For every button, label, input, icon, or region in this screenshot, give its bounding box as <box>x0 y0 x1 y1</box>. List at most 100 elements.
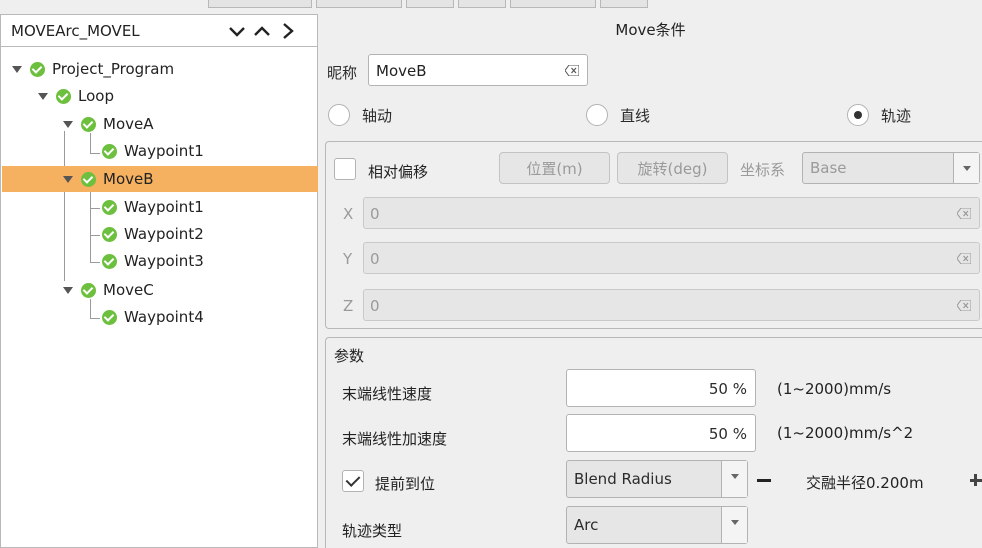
relative-offset-checkbox[interactable] <box>334 158 356 180</box>
chevron-right-icon[interactable] <box>278 21 298 41</box>
params-title: 参数 <box>334 347 365 365</box>
blend-mode-value: Blend Radius <box>574 470 672 488</box>
radio-label: 直线 <box>620 106 651 125</box>
tree-node-label: Waypoint1 <box>124 198 204 216</box>
relative-offset-label: 相对偏移 <box>368 163 429 181</box>
section-title: Move条件 <box>615 21 686 39</box>
expand-triangle-icon[interactable] <box>12 65 22 73</box>
trajectory-type-label: 轨迹类型 <box>342 522 403 540</box>
tree-node-moveb-waypoint2[interactable]: Waypoint2 <box>102 221 204 247</box>
tree-node-movec[interactable]: MoveC <box>63 277 154 303</box>
tree-node-project-program[interactable]: Project_Program <box>12 56 174 82</box>
tree-node-label: MoveB <box>103 170 154 188</box>
tree-node-label: Waypoint4 <box>124 308 204 326</box>
toolbar-tab[interactable] <box>316 0 402 8</box>
clear-icon[interactable] <box>957 253 971 264</box>
y-value: 0 <box>370 250 380 268</box>
check-status-icon <box>81 116 96 132</box>
expand-triangle-icon[interactable] <box>63 175 73 183</box>
y-offset-input[interactable]: 0 <box>363 242 980 274</box>
check-status-icon <box>102 226 117 242</box>
dropdown-arrow-icon[interactable] <box>721 507 747 543</box>
radio-label: 轴动 <box>362 106 393 125</box>
app-window: MOVEArc_MOVEL Project_Program Loop MoveA… <box>0 0 982 548</box>
move-settings-panel: Move条件 昵称 MoveB 轴动 直线 轨迹 相对偏移 位置(m) 旋转(d… <box>319 14 982 548</box>
tree-connector <box>90 208 100 209</box>
clear-icon[interactable] <box>957 208 971 219</box>
tree-node-label: Project_Program <box>52 60 175 78</box>
tree-node-movea[interactable]: MoveA <box>63 111 154 137</box>
z-label: Z <box>343 297 354 315</box>
trajectory-type-value: Arc <box>574 516 599 534</box>
coordinate-select[interactable]: Base <box>802 152 980 184</box>
tree-node-movea-waypoint1[interactable]: Waypoint1 <box>102 138 204 164</box>
plus-bar <box>974 474 977 486</box>
tree-connector <box>90 318 100 319</box>
clear-icon[interactable] <box>565 65 579 76</box>
dropdown-arrow-icon[interactable] <box>721 461 747 497</box>
x-value: 0 <box>370 205 380 223</box>
tree-connector <box>64 131 65 281</box>
blend-label: 提前到位 <box>375 475 436 493</box>
blend-mode-select[interactable]: Blend Radius <box>566 460 748 498</box>
x-offset-input[interactable]: 0 <box>363 197 980 229</box>
x-label: X <box>343 205 354 223</box>
tree-node-label: Waypoint2 <box>124 225 204 243</box>
blend-checkbox[interactable] <box>342 470 364 492</box>
tree-connector <box>90 235 100 236</box>
tcp-speed-label: 末端线性速度 <box>342 385 433 403</box>
radio-button[interactable] <box>586 104 608 126</box>
nickname-input[interactable]: MoveB <box>368 54 588 86</box>
tree-node-movec-waypoint4[interactable]: Waypoint4 <box>102 304 204 330</box>
check-status-icon <box>102 143 117 159</box>
chevron-up-icon[interactable] <box>252 21 272 41</box>
tree-node-label: Waypoint3 <box>124 252 204 270</box>
coordinate-value: Base <box>810 159 847 177</box>
chevron-down-icon[interactable] <box>227 21 247 41</box>
tcp-acc-label: 末端线性加速度 <box>342 430 448 448</box>
toolbar-tab[interactable] <box>458 0 506 8</box>
expand-triangle-icon[interactable] <box>63 286 73 294</box>
y-label: Y <box>343 250 353 268</box>
radio-button[interactable] <box>847 104 869 126</box>
check-status-icon <box>81 282 96 298</box>
clear-icon[interactable] <box>957 300 971 311</box>
tree-node-moveb-waypoint3[interactable]: Waypoint3 <box>102 248 204 274</box>
tcp-speed-input[interactable]: 50 % <box>566 369 756 407</box>
toolbar-tab[interactable] <box>600 0 648 8</box>
check-status-icon <box>81 171 96 187</box>
tree-node-moveb[interactable]: MoveB <box>2 166 318 192</box>
tcp-speed-value: 50 % <box>708 380 747 398</box>
expand-triangle-icon[interactable] <box>63 120 73 128</box>
radio-label: 轨迹 <box>881 106 912 125</box>
tcp-acc-range: (1~2000)mm/s^2 <box>777 424 914 442</box>
check-status-icon <box>102 309 117 325</box>
rotation-button[interactable]: 旋转(deg) <box>617 152 728 184</box>
expand-triangle-icon[interactable] <box>38 92 48 100</box>
z-offset-input[interactable]: 0 <box>363 289 980 321</box>
radio-linear-move[interactable]: 直线 <box>586 104 650 126</box>
tcp-acc-value: 50 % <box>708 425 747 443</box>
position-button[interactable]: 位置(m) <box>499 152 610 184</box>
tcp-acc-input[interactable]: 50 % <box>566 414 756 452</box>
tree-header: MOVEArc_MOVEL <box>1 15 317 47</box>
tree-connector <box>90 153 100 154</box>
radio-trajectory-move[interactable]: 轨迹 <box>847 104 911 126</box>
trajectory-type-select[interactable]: Arc <box>566 506 748 544</box>
tree-node-moveb-waypoint1[interactable]: Waypoint1 <box>102 194 204 220</box>
toolbar-tab[interactable] <box>510 0 596 8</box>
program-tree-panel: MOVEArc_MOVEL Project_Program Loop MoveA… <box>0 14 318 548</box>
check-status-icon <box>102 253 117 269</box>
tree-node-label: MoveC <box>103 281 154 299</box>
toolbar-tab[interactable] <box>208 0 312 8</box>
radio-joint-move[interactable]: 轴动 <box>328 104 392 126</box>
tree-node-loop[interactable]: Loop <box>38 83 114 109</box>
tree-node-label: MoveA <box>103 115 154 133</box>
toolbar-tab[interactable] <box>406 0 454 8</box>
decrease-icon[interactable] <box>757 479 771 482</box>
dropdown-arrow-icon[interactable] <box>953 153 979 183</box>
radio-button[interactable] <box>328 104 350 126</box>
check-status-icon <box>56 88 71 104</box>
tree-connector <box>90 189 91 263</box>
tree-title: MOVEArc_MOVEL <box>11 22 140 40</box>
